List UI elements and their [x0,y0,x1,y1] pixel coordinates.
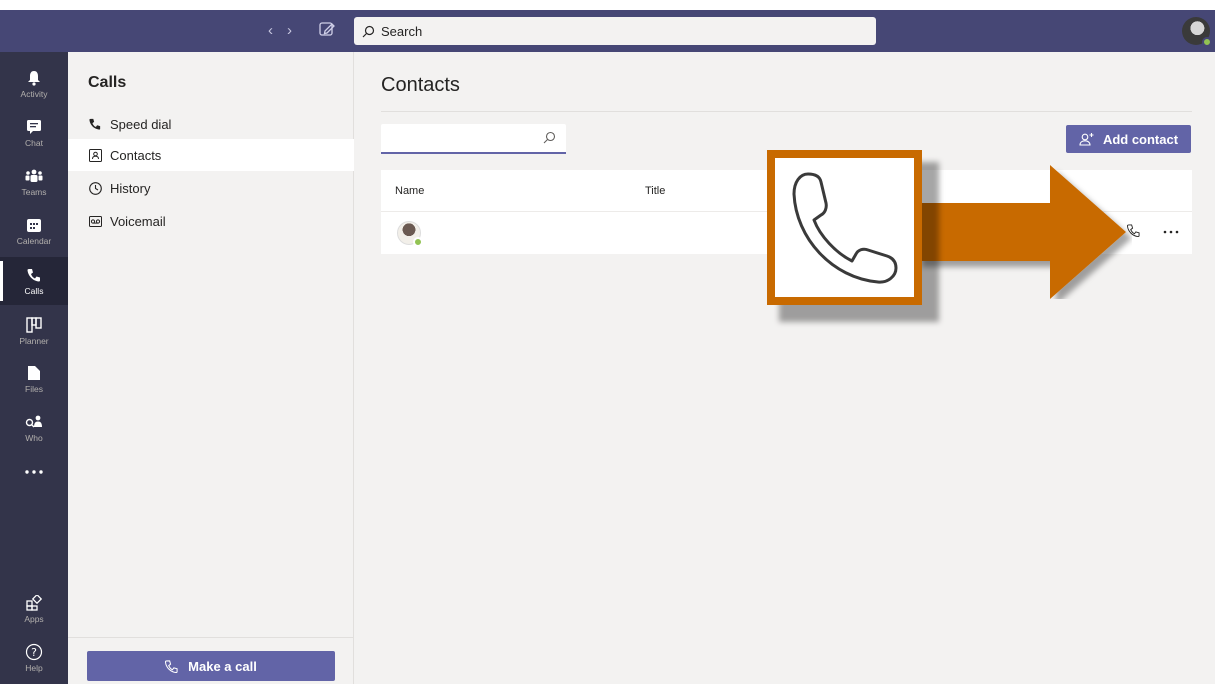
nav-item-contacts[interactable]: Contacts [68,139,354,171]
contacts-main: Contacts Add contact Name Title [354,52,1215,684]
apps-icon [24,594,44,612]
nav-item-voicemail[interactable]: Voicemail [68,205,354,237]
page-title: Contacts [381,74,460,96]
nav-item-label: History [110,180,151,196]
rail-label: Chat [25,138,43,148]
callout-arrow-icon [916,165,1126,299]
calendar-icon [24,216,44,234]
search-placeholder: Search [381,23,423,39]
search-input[interactable]: Search [354,17,876,45]
phone-icon [88,117,102,131]
rail-item-apps[interactable]: Apps [0,585,68,633]
who-icon [24,413,44,431]
rail-label: Who [25,433,43,443]
more-icon [24,463,44,481]
nav-item-speed-dial[interactable]: Speed dial [68,108,354,140]
forward-button[interactable]: › [287,22,292,39]
add-contact-button[interactable]: Add contact [1066,125,1191,153]
search-icon [543,131,556,144]
nav-item-label: Speed dial [110,116,172,132]
voicemail-icon [88,214,102,228]
rail-item-files[interactable]: Files [0,355,68,403]
more-icon [1163,230,1179,234]
clock-icon [88,181,102,195]
divider [381,111,1192,112]
svg-text:?: ? [31,646,37,659]
rail-item-help[interactable]: ? Help [0,634,68,682]
add-person-icon [1079,133,1094,146]
column-header-name[interactable]: Name [395,185,424,197]
phone-icon [792,172,897,284]
app-bar: Activity Chat Teams Calendar Calls Plann… [0,52,68,684]
column-header-title[interactable]: Title [645,185,665,197]
phone-icon [24,266,44,284]
rail-item-teams[interactable]: Teams [0,158,68,206]
nav-item-label: Voicemail [110,213,166,229]
rail-label: Apps [24,614,44,624]
add-contact-label: Add contact [1102,131,1179,147]
rail-label: Calendar [16,236,52,246]
rail-item-calls[interactable]: Calls [0,257,68,305]
callout-box [767,150,922,305]
phone-callout [767,150,939,322]
rail-label: Help [25,663,43,673]
make-a-call-label: Make a call [188,658,257,674]
presence-available-icon [413,237,423,247]
title-bar: ‹ › Search [0,10,1215,52]
compose-icon [319,22,335,36]
phone-icon [165,659,178,673]
new-chat-button[interactable] [318,20,338,40]
divider [68,637,354,638]
rail-item-calendar[interactable]: Calendar [0,207,68,255]
calls-panel: Calls Speed dial Contacts History Voicem… [68,52,354,684]
avatar [397,221,423,247]
rail-label: Activity [20,89,48,99]
rail-label: Files [25,384,43,394]
make-a-call-button[interactable]: Make a call [87,651,335,681]
planner-icon [24,316,44,334]
rail-label: Teams [21,187,47,197]
rail-item-who[interactable]: Who [0,404,68,452]
panel-title: Calls [88,74,127,91]
presence-available-icon [1202,37,1212,47]
search-icon [362,25,375,37]
nav-item-history[interactable]: History [68,172,354,204]
nav-item-label: Contacts [110,147,162,163]
rail-item-more[interactable] [0,448,68,496]
rail-item-planner[interactable]: Planner [0,307,68,355]
file-icon [24,364,44,382]
profile-avatar[interactable] [1182,17,1212,47]
bell-icon [24,69,44,87]
rail-label: Calls [24,286,44,296]
chat-icon [24,118,44,136]
rail-label: Planner [19,336,49,346]
contacts-search-input[interactable] [381,124,566,154]
more-options-button[interactable] [1163,221,1179,237]
rail-item-activity[interactable]: Activity [0,60,68,108]
back-button[interactable]: ‹ [268,22,273,39]
help-icon: ? [24,643,44,661]
rail-item-chat[interactable]: Chat [0,109,68,157]
teams-icon [24,167,44,185]
contact-card-icon [88,148,102,162]
history-nav: ‹ › [268,22,292,39]
